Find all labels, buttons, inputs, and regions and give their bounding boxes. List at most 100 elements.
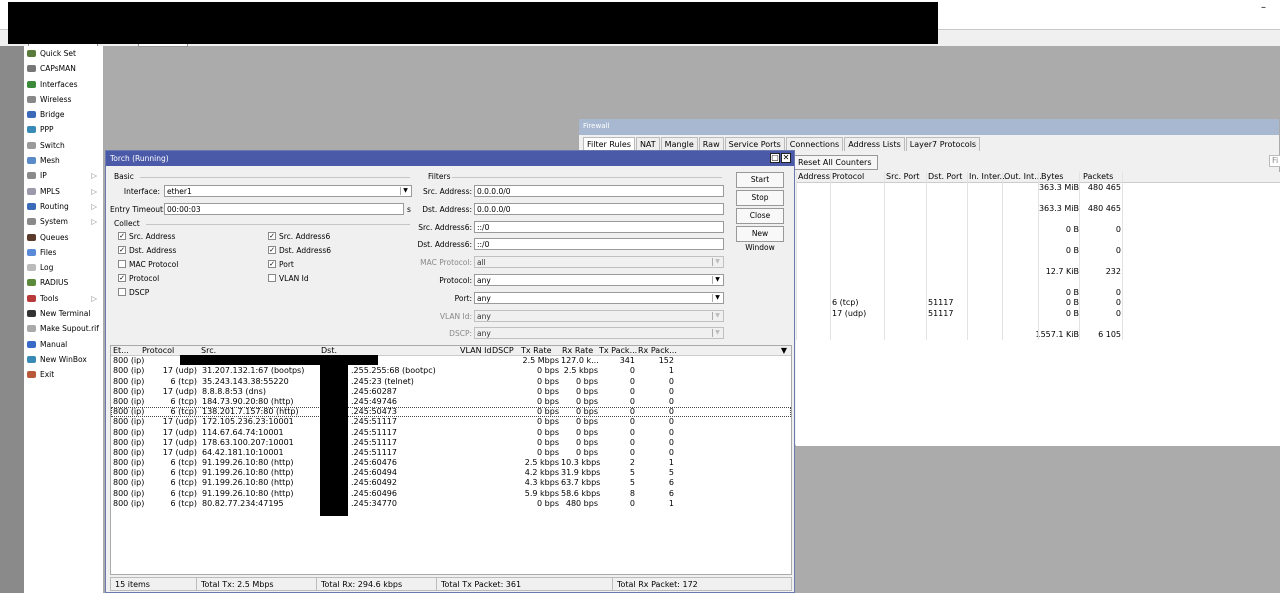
checkbox-dscp[interactable]: DSCP [118,288,149,297]
column-header[interactable]: Src. Port [886,172,920,182]
sidebar-item-log[interactable]: Log [24,260,103,275]
chevron-down-icon[interactable]: ▼ [712,293,722,302]
chevron-down-icon[interactable]: ▼ [781,346,787,356]
sidebar-item-ppp[interactable]: PPP [24,122,103,137]
tab-nat[interactable]: NAT [635,137,660,151]
tab-raw[interactable]: Raw [698,137,724,151]
table-row[interactable] [796,277,1280,288]
table-row[interactable]: 1557.1 KiB 6 105 [796,329,1280,340]
table-row[interactable] [796,193,1280,204]
table-row[interactable] [796,235,1280,246]
column-header[interactable]: Protocol [142,346,174,356]
sidebar-item-queues[interactable]: Queues [24,230,103,245]
table-row[interactable]: 800 (ip) 6 (tcp) 138.201.7.157:80 (http) .2… [111,407,791,418]
table-row[interactable] [796,319,1280,330]
chevron-down-icon[interactable]: ▼ [712,329,722,338]
column-header[interactable]: Et... [113,346,129,356]
new-window-button[interactable]: New Window [736,226,784,252]
checkbox-port[interactable]: ✓ Port [268,260,294,269]
table-row[interactable]: 0 B 0 [796,224,1280,235]
sidebar-item-ip[interactable]: IP ▷ [24,168,103,183]
close-icon[interactable]: ✕ [781,153,791,163]
chevron-down-icon[interactable]: ▼ [712,258,722,267]
sidebar-item-wireless[interactable]: Wireless [24,92,103,107]
checkbox-box[interactable]: ✓ [118,274,126,282]
column-header[interactable]: Tx Pack... [599,346,637,356]
column-header[interactable]: Tx Rate [521,346,552,356]
firewall-title[interactable]: Firewall [579,119,1279,135]
sidebar-item-tools[interactable]: Tools ▷ [24,291,103,306]
checkbox-vlan-id[interactable]: VLAN Id [268,274,309,283]
checkbox-box[interactable]: ✓ [118,232,126,240]
close-button[interactable]: Close [736,208,784,224]
sidebar-item-new-winbox[interactable]: New WinBox [24,352,103,367]
table-row[interactable]: 800 (ip) 6 (tcp) 35.243.143.38:55220 .245:2… [111,377,791,387]
table-row[interactable]: 0 B 0 [796,287,1280,298]
table-row[interactable]: 363.3 MiB 480 465 [796,182,1280,193]
sidebar-item-exit[interactable]: Exit [24,367,103,382]
column-header[interactable]: Protocol [832,172,864,182]
table-row[interactable]: 800 (ip) 17 (udp) 8.8.8.8:53 (dns) .245:602… [111,387,791,397]
filter-dst-address-input[interactable]: 0.0.0.0/0 [474,202,724,215]
sidebar-item-routing[interactable]: Routing ▷ [24,199,103,214]
checkbox-dst-address[interactable]: ✓ Dst. Address [118,246,176,255]
tab-service-ports[interactable]: Service Ports [724,137,785,151]
restore-icon[interactable]: ▢ [770,153,780,163]
tab-layer7-protocols[interactable]: Layer7 Protocols [905,137,981,151]
sidebar-item-new-terminal[interactable]: New Terminal [24,306,103,321]
checkbox-src-address6[interactable]: ✓ Src. Address6 [268,232,330,241]
stop-button[interactable]: Stop [736,190,784,206]
filter-dscp-input[interactable]: any ▼ [474,327,724,340]
sidebar-item-bridge[interactable]: Bridge [24,107,103,122]
column-header[interactable]: Dst. Port [928,172,962,182]
chevron-down-icon[interactable]: ▼ [712,311,722,320]
sidebar-item-switch[interactable]: Switch [24,138,103,153]
checkbox-protocol[interactable]: ✓ Protocol [118,274,159,283]
column-header[interactable]: Address [798,172,830,182]
table-row[interactable]: 0 B 0 [796,245,1280,256]
column-header[interactable]: Out. Int... [1004,172,1042,182]
sidebar-item-system[interactable]: System ▷ [24,214,103,229]
torch-title[interactable]: Torch (Running) [106,151,794,166]
checkbox-box[interactable]: ✓ [268,232,276,240]
checkbox-box[interactable] [118,260,126,268]
column-header[interactable]: Rx Rate [562,346,593,356]
firewall-find-input[interactable]: Fi [1269,155,1280,167]
sidebar-item-files[interactable]: Files [24,245,103,260]
checkbox-src-address[interactable]: ✓ Src. Address [118,232,175,241]
table-row[interactable]: 800 (ip) 6 (tcp) 91.199.26.10:80 (http) .24… [111,468,791,478]
table-row[interactable]: 800 (ip) 6 (tcp) 91.199.26.10:80 (http) .24… [111,458,791,468]
reset-all-counters-button[interactable]: Reset All Counters [792,155,878,170]
column-header[interactable]: DSCP [492,346,514,356]
tab-filter-rules[interactable]: Filter Rules [583,137,635,151]
sidebar-item-manual[interactable]: Manual [24,337,103,352]
table-row[interactable]: 800 (ip) 6 (tcp) 80.82.77.234:47195 .245:34… [111,499,791,509]
tab-address-lists[interactable]: Address Lists [844,137,905,151]
column-header[interactable]: Bytes [1041,172,1063,182]
checkbox-box[interactable] [268,274,276,282]
column-header[interactable]: Rx Pack... [638,346,677,356]
checkbox-box[interactable]: ✓ [268,260,276,268]
checkbox-dst-address6[interactable]: ✓ Dst. Address6 [268,246,331,255]
sidebar-item-mesh[interactable]: Mesh [24,153,103,168]
tab-connections[interactable]: Connections [785,137,844,151]
filter-mac-protocol-input[interactable]: all ▼ [474,256,724,269]
filter-vlan-id-input[interactable]: any ▼ [474,309,724,322]
entry-timeout-input[interactable]: 00:00:03 [164,203,404,215]
sidebar-item-mpls[interactable]: MPLS ▷ [24,184,103,199]
filter-src-address-input[interactable]: 0.0.0.0/0 [474,185,724,197]
table-row[interactable]: 17 (udp) 51117 0 B 0 [796,308,1280,319]
sidebar-item-make-supout-rif[interactable]: Make Supout.rif [24,321,103,336]
table-row[interactable]: 800 (ip) 17 (udp) 172.105.236.23:10001 .245… [111,417,791,427]
sidebar-item-quick-set[interactable]: Quick Set [24,46,103,61]
checkbox-box[interactable]: ✓ [118,246,126,254]
table-row[interactable] [796,214,1280,225]
table-row[interactable]: 800 (ip) 17 (udp) 178.63.100.207:10001 .245… [111,438,791,448]
table-row[interactable]: 800 (ip) 17 (udp) 114.67.64.74:10001 .245:5… [111,428,791,438]
checkbox-box[interactable]: ✓ [268,246,276,254]
table-row[interactable]: 800 (ip) 6 (tcp) 91.199.26.10:80 (http) .24… [111,478,791,488]
column-header[interactable]: VLAN Id [460,346,492,356]
table-row[interactable]: 800 (ip) 6 (tcp) 184.73.90.20:80 (http) .24… [111,397,791,407]
table-row[interactable]: 800 (ip) 17 (udp) 31.207.132.1:67 (bootps)… [111,366,791,376]
table-row[interactable]: 12.7 KiB 232 [796,266,1280,277]
